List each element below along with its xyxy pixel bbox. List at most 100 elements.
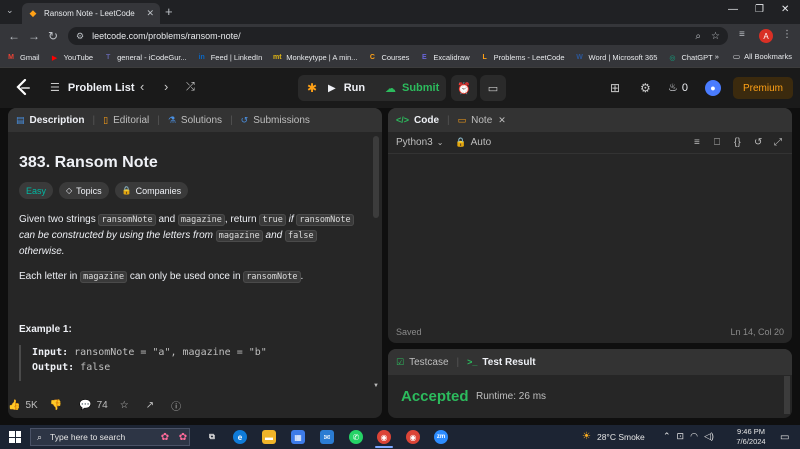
bookmark-item[interactable]: M Gmail — [6, 53, 40, 63]
flowers-widget-icon[interactable]: ✿ — [158, 430, 172, 444]
tab-submissions[interactable]: ↺ Submissions — [233, 115, 318, 126]
chrome-icon[interactable]: ◉ — [406, 430, 420, 444]
help-button[interactable]: ⓘ — [171, 398, 186, 413]
premium-button[interactable]: Premium — [733, 77, 793, 99]
submit-button[interactable]: ☁ Submit — [385, 79, 439, 97]
leetcode-logo-icon[interactable] — [14, 78, 32, 98]
code-icon: </> — [396, 115, 410, 125]
prev-problem-icon[interactable]: ‹ — [140, 79, 144, 94]
restore-icon[interactable]: ❐ — [755, 4, 764, 15]
dislike-button[interactable]: 👎 — [50, 400, 67, 411]
tab-search-icon[interactable]: ⌄ — [6, 5, 14, 16]
close-note-icon[interactable]: ✕ — [498, 115, 506, 126]
more-bookmarks-icon[interactable]: » — [715, 52, 719, 61]
like-count: 5K — [25, 399, 38, 411]
user-avatar[interactable]: ● — [705, 80, 721, 96]
format-icon[interactable]: ≡ — [694, 137, 700, 148]
tab-note[interactable]: ▭ Note ✕ — [450, 115, 514, 126]
wifi-icon[interactable]: ◠ — [690, 431, 698, 442]
bookmark-item[interactable]: ◎ ChatGPT — [667, 53, 712, 63]
tab-solutions[interactable]: ⚗ Solutions — [160, 115, 230, 126]
new-tab-icon[interactable]: + — [165, 4, 173, 19]
all-bookmarks-button[interactable]: » ▭ All Bookmarks — [715, 52, 792, 61]
tab-description-label: Description — [29, 114, 85, 126]
tab-code[interactable]: </> Code — [388, 115, 447, 126]
layout-icon[interactable]: ⊞ — [610, 81, 620, 95]
zoom-icon[interactable]: zm — [434, 430, 448, 444]
flowers-widget-icon[interactable]: ✿ — [176, 430, 190, 444]
site-info-icon[interactable]: ⚙ — [76, 31, 84, 42]
streak-count: 0 — [681, 81, 688, 94]
notes-button[interactable]: ▭ — [480, 75, 506, 101]
tab-editorial[interactable]: ▯ Editorial — [95, 115, 157, 126]
mail-icon[interactable]: ✉ — [320, 430, 334, 444]
scroll-down-icon[interactable]: ▼ — [373, 383, 379, 389]
profile-avatar[interactable]: A — [759, 29, 773, 43]
code-area[interactable]: 1class Solution:2 def canConstruct(self,… — [0, 160, 390, 312]
reload-icon[interactable]: ↻ — [48, 29, 58, 43]
streak-counter[interactable]: ♨ 0 — [668, 81, 688, 95]
windows-start-icon[interactable] — [9, 431, 21, 443]
address-bar[interactable]: ⚙ leetcode.com/problems/ransom-note/ ⌕ ☆ — [68, 27, 728, 45]
comments-button[interactable]: 💬 74 — [79, 400, 108, 411]
notifications-icon[interactable]: ▭ — [780, 432, 789, 443]
taskbar-clock[interactable]: 9:46 PM 7/6/2024 — [733, 427, 769, 447]
window-close-icon[interactable]: ✕ — [781, 4, 789, 15]
bookmark-item[interactable]: Tgeneral - iCodeGur... — [103, 53, 187, 63]
bookmark-icon[interactable]: ⎕ — [714, 137, 720, 148]
tab-description[interactable]: ▤ Description — [8, 115, 93, 126]
problem-list-button[interactable]: ☰ Problem List — [50, 81, 135, 95]
task-view-icon[interactable]: ⧉ — [205, 430, 219, 444]
autocomplete-toggle[interactable]: 🔒 Auto — [455, 137, 491, 148]
result-scrollbar[interactable] — [784, 376, 790, 414]
favorite-button[interactable]: ☆ — [120, 400, 134, 411]
code-line: 3 d={} — [0, 186, 390, 199]
shuffle-icon[interactable]: ⤮ — [186, 81, 195, 94]
like-button[interactable]: 👍 5K — [8, 400, 38, 411]
chrome-menu-icon[interactable]: ⋮ — [782, 29, 792, 40]
next-problem-icon[interactable]: › — [164, 79, 168, 94]
browser-tabstrip: ⌄ ◆ Ransom Note - LeetCode ✕ + — ❐ ✕ — [0, 0, 800, 24]
tab-test-result[interactable]: >_ Test Result — [459, 357, 543, 368]
bookmark-item[interactable]: E Excalidraw — [419, 53, 470, 63]
share-button[interactable]: ↗ — [146, 400, 159, 411]
network-icon[interactable]: ⊡ — [677, 431, 685, 442]
reset-icon[interactable]: ↺ — [754, 137, 762, 148]
browser-tab[interactable]: ◆ Ransom Note - LeetCode ✕ — [22, 3, 160, 24]
weather-widget[interactable]: ☀ 28°C Smoke — [582, 431, 645, 442]
timer-button[interactable]: ⏰ — [451, 75, 477, 101]
edge-icon[interactable]: e — [233, 430, 247, 444]
debug-icon[interactable]: ✱ — [304, 80, 320, 96]
bookmark-item[interactable]: mt Monkeytype | A min... — [272, 53, 357, 63]
reading-list-icon[interactable]: ≡ — [739, 29, 745, 40]
minimize-icon[interactable]: — — [728, 4, 738, 15]
bookmark-item[interactable]: C Courses — [367, 53, 409, 63]
editor-tabs: </> Code | ▭ Note ✕ — [388, 108, 792, 132]
forward-icon[interactable]: → — [28, 29, 40, 43]
store-icon[interactable]: ▦ — [291, 430, 305, 444]
volume-icon[interactable]: ◁) — [704, 431, 714, 442]
language-select[interactable]: Python3 ⌄ — [396, 137, 443, 148]
bookmark-item[interactable]: W Word | Microsoft 365 — [575, 53, 657, 63]
test-result-panel: ☑ Testcase | >_ Test Result — [388, 349, 792, 418]
braces-icon[interactable]: {} — [734, 137, 741, 148]
settings-gear-icon[interactable]: ⚙ — [640, 81, 651, 95]
chevron-up-icon[interactable]: ⌃ — [663, 431, 671, 442]
run-button[interactable]: ▶ Run — [328, 79, 365, 97]
leetcode-favicon-icon: ◆ — [29, 8, 37, 18]
bookmark-label: Monkeytype | A min... — [286, 53, 358, 62]
whatsapp-icon[interactable]: ✆ — [349, 430, 363, 444]
monkeytype-icon: mt — [273, 54, 282, 61]
bookmark-star-icon[interactable]: ☆ — [711, 31, 720, 42]
file-explorer-icon[interactable]: ▬ — [262, 430, 276, 444]
result-status: Accepted — [401, 388, 469, 405]
tab-testcase[interactable]: ☑ Testcase — [388, 357, 457, 368]
back-icon[interactable]: ← — [8, 29, 20, 43]
fullscreen-icon[interactable]: ⤢ — [774, 137, 782, 148]
zoom-icon[interactable]: ⌕ — [695, 31, 701, 42]
bookmark-item[interactable]: in Feed | LinkedIn — [197, 53, 263, 63]
close-tab-icon[interactable]: ✕ — [146, 8, 154, 19]
chrome-icon[interactable]: ◉ — [375, 430, 393, 448]
bookmark-item[interactable]: ▶ YouTube — [50, 53, 93, 63]
bookmark-item[interactable]: L Problems - LeetCode — [480, 53, 565, 63]
